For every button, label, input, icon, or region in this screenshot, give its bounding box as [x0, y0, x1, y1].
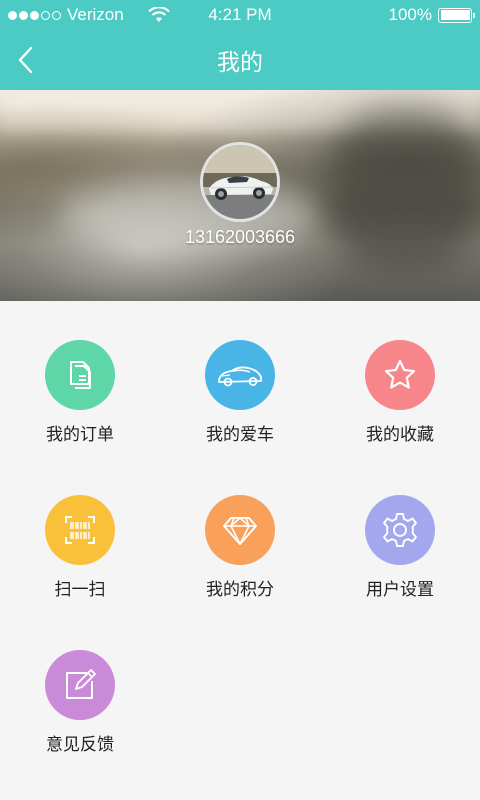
- edit-icon: [45, 650, 115, 720]
- menu-my-car[interactable]: 我的爱车: [160, 340, 320, 450]
- menu-label: 用户设置: [366, 580, 434, 600]
- battery-info: 100%: [388, 5, 475, 25]
- signal-strength-icon: [8, 10, 61, 20]
- nav-bar: 我的: [0, 30, 480, 90]
- menu-scan[interactable]: 扫一扫: [0, 495, 160, 605]
- gear-icon: [365, 495, 435, 565]
- menu-feedback[interactable]: 意见反馈: [0, 650, 160, 760]
- carrier-info: Verizon: [8, 5, 170, 25]
- menu-label: 我的爱车: [206, 425, 274, 445]
- back-button[interactable]: [10, 42, 40, 78]
- chevron-left-icon: [18, 46, 33, 74]
- menu-label: 我的积分: [206, 580, 274, 600]
- document-icon: [45, 340, 115, 410]
- user-phone-number: 13162003666: [184, 227, 296, 247]
- menu-label: 扫一扫: [54, 580, 106, 600]
- menu-my-orders[interactable]: 我的订单: [0, 340, 160, 450]
- battery-icon: [438, 7, 475, 23]
- diamond-icon: [205, 495, 275, 565]
- barcode-scan-icon: [45, 495, 115, 565]
- battery-percent: 100%: [388, 5, 432, 24]
- profile-banner: 13162003666: [0, 90, 480, 301]
- wifi-icon: [147, 7, 170, 22]
- star-icon: [365, 340, 435, 410]
- menu-label: 我的收藏: [366, 425, 434, 445]
- car-photo: [203, 145, 277, 219]
- menu-my-favorites[interactable]: 我的收藏: [320, 340, 480, 450]
- page-title: 我的: [217, 50, 263, 76]
- menu-my-points[interactable]: 我的积分: [160, 495, 320, 605]
- menu-user-settings[interactable]: 用户设置: [320, 495, 480, 605]
- menu-label: 我的订单: [46, 425, 114, 445]
- menu-label: 意见反馈: [46, 735, 114, 755]
- car-icon: [205, 340, 275, 410]
- status-bar: Verizon 4:21 PM 100%: [0, 0, 480, 30]
- carrier-name: Verizon: [67, 5, 124, 24]
- avatar[interactable]: [200, 142, 280, 222]
